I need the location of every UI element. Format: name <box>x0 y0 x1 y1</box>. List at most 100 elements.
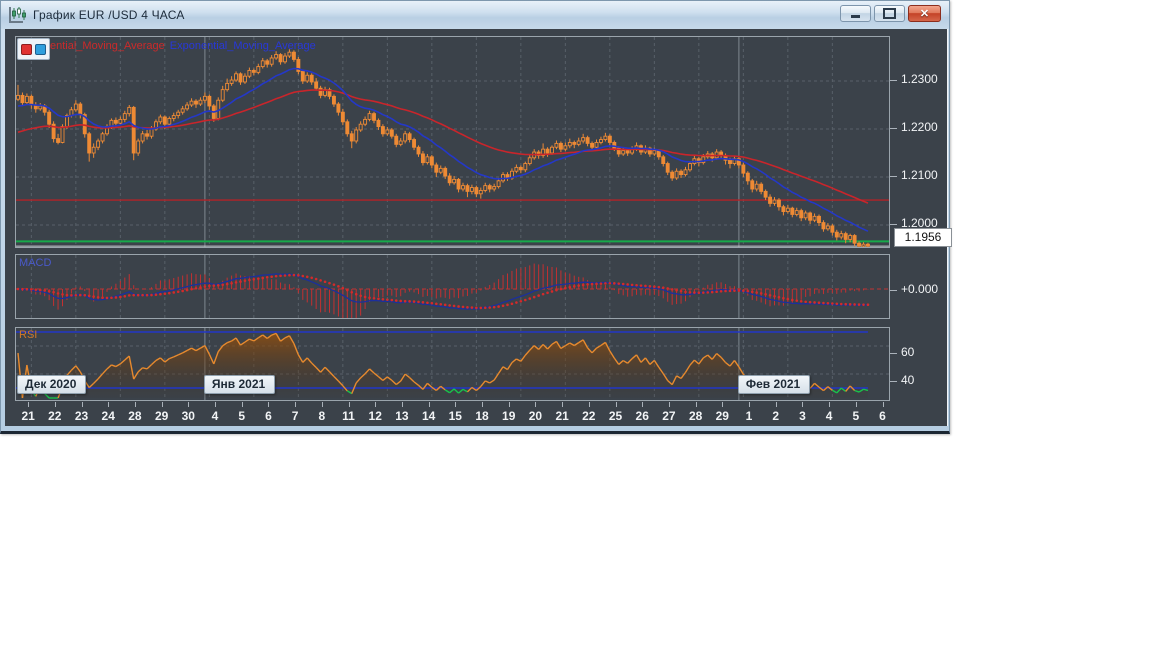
window-titlebar[interactable]: График EUR /USD 4 ЧАСА ✕ <box>1 1 949 29</box>
time-tick-label: 2 <box>772 409 780 423</box>
price-tick <box>890 128 897 129</box>
rsi-label: RSI <box>19 329 38 341</box>
time-tick <box>295 402 297 407</box>
time-tick <box>588 402 590 407</box>
time-tick <box>668 402 670 407</box>
time-tick-label: 23 <box>74 409 89 423</box>
red-ema-swatch-icon <box>21 43 32 55</box>
rsi-tick-label: 40 <box>901 373 915 387</box>
time-tick-label: 22 <box>582 409 596 423</box>
time-tick <box>562 402 564 407</box>
time-axis[interactable]: 21 22 23 24 28 29 30 4 5 6 7 8 11 12 13 14 15 18 19 20 21 22 2… <box>5 401 947 426</box>
time-tick <box>829 402 831 407</box>
indicator-legend-labels: ential_Moving_Average Exponential_Moving_… <box>50 40 316 52</box>
time-tick <box>482 402 484 407</box>
time-tick <box>375 402 377 407</box>
time-tick <box>615 402 617 407</box>
time-tick-label: 4 <box>211 409 219 423</box>
time-tick <box>722 402 724 407</box>
ema-blue-label: Exponential_Moving_Average <box>169 40 316 52</box>
time-tick-label: 1 <box>745 409 753 423</box>
time-tick <box>268 402 270 407</box>
price-tick <box>890 224 897 225</box>
time-tick <box>802 402 804 407</box>
price-chart-svg <box>16 37 889 247</box>
time-tick-label: 15 <box>448 409 462 423</box>
time-tick-label: 8 <box>318 409 326 423</box>
axis-tick <box>890 381 897 382</box>
time-tick-label: 12 <box>368 409 382 423</box>
macd-panel[interactable] <box>15 254 890 319</box>
maximize-button[interactable] <box>874 5 905 22</box>
time-tick <box>855 402 857 407</box>
time-tick <box>188 402 190 407</box>
time-tick-label: 29 <box>715 409 729 423</box>
close-button[interactable]: ✕ <box>908 5 941 22</box>
time-tick <box>241 402 243 407</box>
time-tick-label: 6 <box>879 409 886 423</box>
month-label-badge: Дек 2020 <box>17 375 87 394</box>
maximize-icon <box>883 8 896 19</box>
ema-red-label: ential_Moving_Average <box>50 40 165 52</box>
time-tick <box>695 402 697 407</box>
time-tick <box>161 402 163 407</box>
time-tick-label: 25 <box>608 409 623 423</box>
blue-ema-swatch-icon <box>35 43 46 55</box>
axis-tick <box>890 290 897 291</box>
axis-tick <box>890 353 897 354</box>
time-tick-label: 4 <box>825 409 833 423</box>
desktop: График EUR /USD 4 ЧАСА ✕ ential_Moving_A… <box>0 0 1152 648</box>
price-tick <box>890 80 897 81</box>
window-title: График EUR /USD 4 ЧАСА <box>33 8 185 22</box>
time-tick-label: 7 <box>291 409 299 423</box>
time-tick-label: 21 <box>555 409 569 423</box>
price-panel[interactable] <box>15 36 890 248</box>
time-tick-label: 6 <box>265 409 272 423</box>
price-tick-label: 1.2300 <box>901 72 938 86</box>
time-tick-label: 27 <box>662 409 676 423</box>
time-tick <box>535 402 537 407</box>
macd-zero-label: +0.000 <box>901 282 939 296</box>
time-tick <box>428 402 430 407</box>
time-tick <box>321 402 323 407</box>
time-tick-label: 28 <box>128 409 142 423</box>
indicator-legend[interactable] <box>17 38 50 60</box>
time-tick <box>401 402 403 407</box>
time-tick-label: 14 <box>421 409 436 423</box>
time-tick-label: 26 <box>635 409 649 423</box>
candlestick-chart-icon <box>9 7 27 23</box>
time-tick <box>455 402 457 407</box>
time-tick <box>28 402 30 407</box>
time-tick <box>134 402 136 407</box>
last-price-badge: 1.1956 <box>894 228 952 247</box>
month-label-badge: Янв 2021 <box>203 375 276 394</box>
price-tick-label: 1.2100 <box>901 168 938 182</box>
time-tick-label: 21 <box>21 409 35 423</box>
time-tick <box>54 402 56 407</box>
time-tick <box>508 402 510 407</box>
time-tick-label: 3 <box>799 409 806 423</box>
minimize-button[interactable] <box>840 5 871 22</box>
chart-client-area: ential_Moving_Average Exponential_Moving_… <box>5 29 952 426</box>
time-tick <box>81 402 83 407</box>
price-tick-label: 1.2200 <box>901 120 938 134</box>
time-tick-label: 29 <box>154 409 169 423</box>
macd-chart-svg <box>16 255 889 318</box>
time-tick <box>749 402 751 407</box>
close-icon: ✕ <box>919 8 930 20</box>
time-tick-label: 28 <box>688 409 703 423</box>
time-tick-label: 20 <box>528 409 543 423</box>
time-tick <box>348 402 350 407</box>
time-tick-label: 22 <box>48 409 62 423</box>
time-tick <box>882 402 884 407</box>
time-tick-label: 19 <box>502 409 516 423</box>
time-tick-label: 18 <box>475 409 489 423</box>
time-tick-label: 5 <box>238 409 246 423</box>
time-tick-label: 11 <box>342 409 355 423</box>
time-tick-label: 24 <box>101 409 115 423</box>
price-tick <box>890 176 897 177</box>
time-tick <box>642 402 644 407</box>
time-tick-label: 30 <box>181 409 195 423</box>
time-tick <box>108 402 110 407</box>
time-tick-label: 13 <box>395 409 409 423</box>
